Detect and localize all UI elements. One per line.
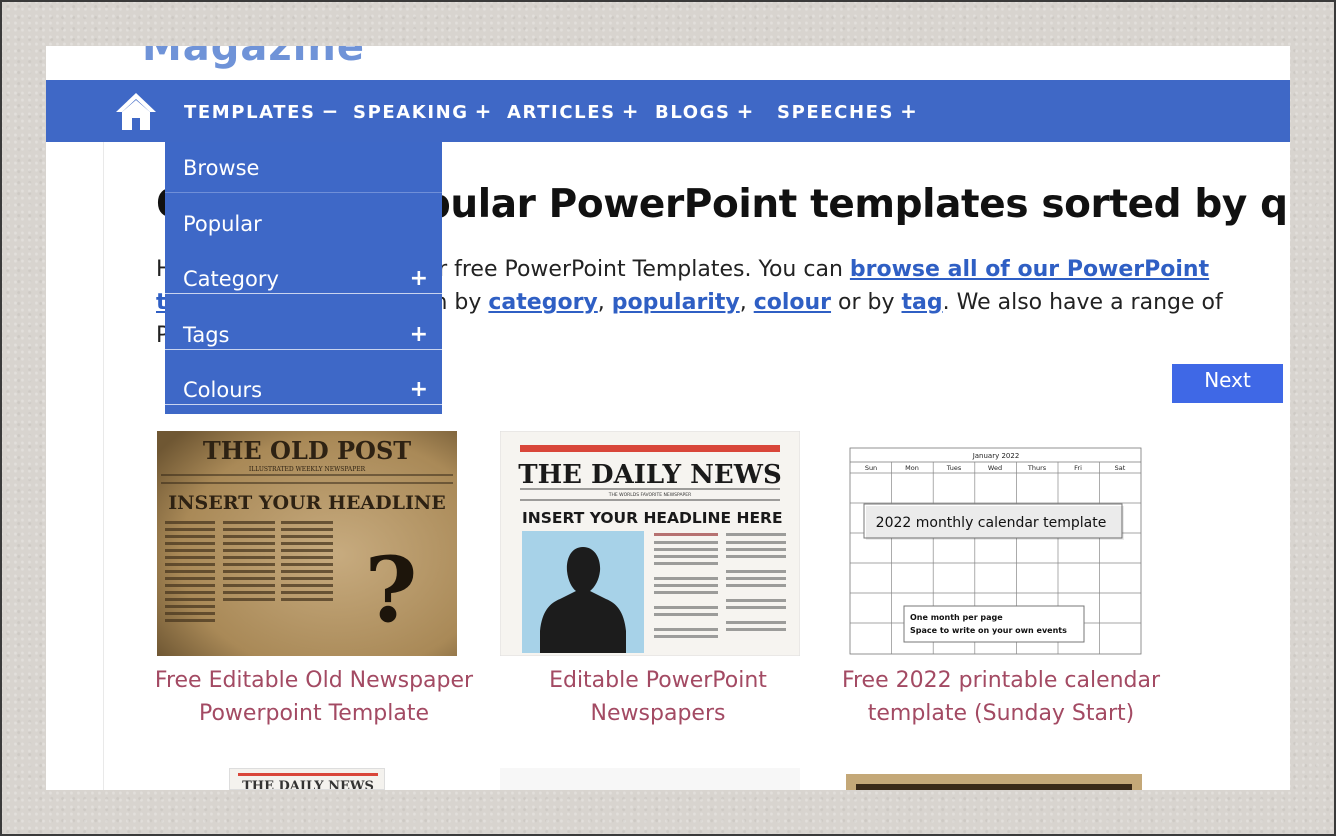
thumb-headline: INSERT YOUR HEADLINE	[168, 492, 446, 514]
weekday-label: Wed	[988, 464, 1002, 472]
plus-icon: +	[474, 99, 492, 123]
menu-item-label: Colours	[183, 378, 263, 402]
menu-item-popular[interactable]: Popular	[165, 198, 442, 254]
thumb-masthead: THE DAILY NEWS	[242, 779, 374, 790]
menu-item-label: Browse	[183, 156, 260, 180]
nav-speeches-label: SPEECHES	[777, 102, 895, 123]
thumb-headline: INSERT YOUR HEADLINE HERE	[522, 509, 783, 527]
weekday-label: Sat	[1115, 464, 1126, 472]
daily-news-image: THE DAILY NEWS THE WORLDS FAVORITE NEWSP…	[500, 431, 800, 656]
menu-item-browse[interactable]: Browse	[165, 142, 442, 198]
nav-articles-label: ARTICLES	[507, 102, 616, 123]
category-link[interactable]: category	[488, 290, 597, 315]
minus-icon: −	[321, 99, 339, 123]
calendar-image: January 2022 Sun Mon Tues Wed Thurs Fri …	[849, 447, 1142, 655]
nav-articles[interactable]: ARTICLES +	[507, 80, 638, 142]
menu-item-colours[interactable]: Colours +	[165, 364, 442, 420]
menu-item-label: Category	[183, 267, 279, 291]
calendar-note: One month per page	[910, 613, 1003, 622]
content-divider	[103, 142, 104, 790]
plus-icon[interactable]: +	[410, 364, 428, 416]
site-logo[interactable]: Magazine	[142, 46, 365, 70]
next-row-thumbnail-1[interactable]: THE DAILY NEWS	[229, 768, 385, 790]
nav-blogs-label: BLOGS	[655, 102, 731, 123]
plus-icon: +	[736, 99, 754, 123]
thumb-dark-band	[856, 784, 1132, 790]
nav-templates-label: TEMPLATES	[184, 102, 316, 123]
next-row-thumbnail-3[interactable]	[846, 774, 1142, 790]
page: Magazine TEMPLATES − SPEAKING + ARTICLES + …	[46, 46, 1290, 790]
weekday-label: Thurs	[1027, 464, 1047, 472]
menu-divider	[165, 192, 442, 193]
house-icon[interactable]	[114, 90, 158, 132]
plus-icon: +	[900, 99, 917, 123]
weekday-label: Sun	[865, 464, 877, 472]
popularity-link[interactable]: popularity	[612, 290, 740, 315]
thumb-masthead: THE OLD POST	[203, 436, 411, 465]
thumb-accent-bar	[238, 773, 378, 776]
menu-item-tags[interactable]: Tags +	[165, 309, 442, 365]
menu-item-label: Tags	[183, 323, 230, 347]
nav-blogs[interactable]: BLOGS +	[655, 80, 753, 142]
next-button[interactable]: Next	[1172, 364, 1283, 403]
card-title-old-newspaper[interactable]: Free Editable Old Newspaper Powerpoint T…	[154, 664, 474, 730]
thumb-masthead: THE DAILY NEWS	[518, 460, 781, 490]
templates-dropdown-menu: Browse Popular Category + Tags + Colours…	[165, 142, 442, 414]
intro-text-3: ,	[597, 290, 612, 315]
card-title-daily-news[interactable]: Editable PowerPoint Newspapers	[498, 664, 818, 730]
plus-icon: +	[621, 99, 639, 123]
main-navbar: TEMPLATES − SPEAKING + ARTICLES + BLOGS + SP…	[46, 80, 1290, 142]
calendar-thumbnail[interactable]: January 2022 Sun Mon Tues Wed Thurs Fri …	[846, 446, 1146, 658]
calendar-month: January 2022	[972, 452, 1020, 460]
menu-item-label: Popular	[183, 212, 262, 236]
nav-speeches[interactable]: SPEECHES +	[777, 80, 917, 142]
card-title-calendar[interactable]: Free 2022 printable calendar template (S…	[841, 664, 1161, 730]
weekday-label: Fri	[1074, 464, 1082, 472]
thumb-subtitle: THE WORLDS FAVORITE NEWSPAPER	[608, 492, 691, 498]
old-newspaper-image: THE OLD POST ILLUSTRATED WEEKLY NEWSPAPE…	[157, 431, 457, 656]
daily-news-thumbnail[interactable]: THE DAILY NEWS THE WORLDS FAVORITE NEWSP…	[500, 431, 800, 656]
menu-item-category[interactable]: Category +	[165, 253, 442, 309]
intro-text-4: ,	[739, 290, 754, 315]
weekday-label: Mon	[905, 464, 919, 472]
thumb-subtitle: ILLUSTRATED WEEKLY NEWSPAPER	[249, 466, 366, 473]
intro-text-5: or by	[831, 290, 902, 315]
plus-icon[interactable]: +	[410, 309, 428, 361]
colour-link[interactable]: colour	[754, 290, 831, 315]
weekday-label: Tues	[946, 464, 962, 472]
nav-speaking-label: SPEAKING	[353, 102, 469, 123]
calendar-banner: 2022 monthly calendar template	[876, 515, 1107, 531]
nav-templates[interactable]: TEMPLATES −	[184, 80, 338, 142]
calendar-note: Space to write on your own events	[910, 626, 1067, 635]
plus-icon[interactable]: +	[410, 253, 428, 305]
tag-link[interactable]: tag	[902, 290, 943, 315]
question-mark-graphic: ?	[365, 537, 418, 643]
next-row-thumbnail-2[interactable]	[500, 768, 800, 790]
old-newspaper-thumbnail[interactable]: THE OLD POST ILLUSTRATED WEEKLY NEWSPAPE…	[157, 431, 457, 656]
nav-speaking[interactable]: SPEAKING +	[353, 80, 491, 142]
